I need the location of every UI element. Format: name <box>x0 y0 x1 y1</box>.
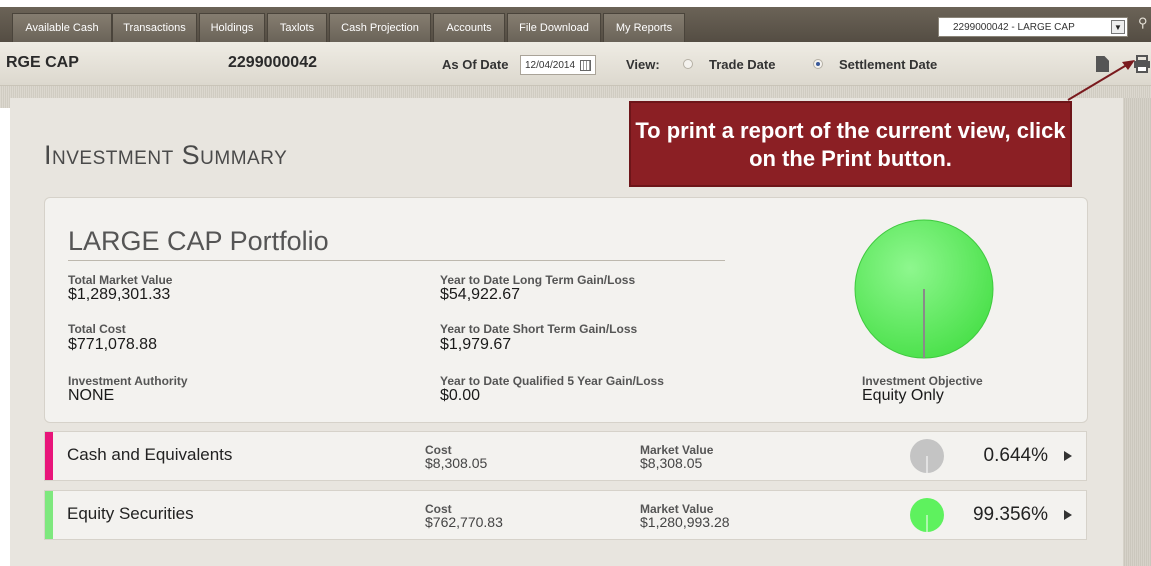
tab-available-cash[interactable]: Available Cash <box>12 13 112 42</box>
view-label: View: <box>626 57 660 72</box>
asset-color-bar <box>45 491 53 539</box>
tab-accounts[interactable]: Accounts <box>433 13 505 42</box>
account-select-value: 2299000042 - LARGE CAP <box>953 21 1075 33</box>
account-number: 2299000042 <box>228 54 317 71</box>
cost-value: $762,770.83 <box>425 514 503 530</box>
cost-value: $8,308.05 <box>425 455 488 471</box>
total-market-value: $1,289,301.33 <box>68 286 171 303</box>
ytd-short-term-value: $1,979.67 <box>440 336 512 353</box>
as-of-date-input[interactable]: 12/04/2014 <box>520 55 596 75</box>
search-icon[interactable]: ⚲ <box>1138 15 1148 31</box>
tab-cash-projection[interactable]: Cash Projection <box>329 13 431 42</box>
total-cost: $771,078.88 <box>68 336 157 353</box>
asset-color-bar <box>45 432 53 480</box>
print-icon[interactable] <box>1133 55 1151 73</box>
mini-pie-cash <box>910 439 944 473</box>
ytd-short-term-label: Year to Date Short Term Gain/Loss <box>440 322 638 336</box>
market-value: $8,308.05 <box>640 455 703 471</box>
market-value: $1,280,993.28 <box>640 514 730 530</box>
investment-authority-label: Investment Authority <box>68 374 188 388</box>
top-nav-bar: Available Cash Transactions Holdings Tax… <box>0 0 1151 42</box>
investment-objective-label: Investment Objective <box>862 374 983 388</box>
asset-row-cash[interactable]: Cash and Equivalents Cost $8,308.05 Mark… <box>44 431 1087 481</box>
account-select[interactable]: 2299000042 - LARGE CAP ▼ <box>938 17 1128 37</box>
chevron-down-icon[interactable]: ▼ <box>1111 20 1125 34</box>
trade-date-radio[interactable] <box>683 59 693 69</box>
asset-percent: 99.356% <box>972 504 1048 525</box>
asset-row-equity[interactable]: Equity Securities Cost $762,770.83 Marke… <box>44 490 1087 540</box>
total-cost-label: Total Cost <box>68 322 126 336</box>
investment-authority: NONE <box>68 387 115 404</box>
as-of-date-value: 12/04/2014 <box>525 59 576 71</box>
tab-transactions[interactable]: Transactions <box>112 13 197 42</box>
settlement-date-label[interactable]: Settlement Date <box>839 57 937 72</box>
tab-taxlots[interactable]: Taxlots <box>267 13 327 42</box>
investment-objective: Equity Only <box>862 387 944 404</box>
asset-name: Cash and Equivalents <box>67 445 233 464</box>
account-header: RGE CAP 2299000042 As Of Date 12/04/2014… <box>0 42 1151 86</box>
divider <box>68 260 725 261</box>
calendar-icon[interactable] <box>580 60 591 71</box>
tab-my-reports[interactable]: My Reports <box>603 13 685 42</box>
asset-name: Equity Securities <box>67 504 194 523</box>
ytd-long-term-value: $54,922.67 <box>440 286 521 303</box>
allocation-pie-chart <box>854 219 994 359</box>
right-rail <box>1123 98 1151 566</box>
total-market-value-label: Total Market Value <box>68 273 173 287</box>
portfolio-title: LARGE CAP Portfolio <box>68 226 329 256</box>
as-of-date-label: As Of Date <box>442 57 509 72</box>
asset-percent: 0.644% <box>983 445 1048 466</box>
mini-pie-equity <box>910 498 944 532</box>
account-name: RGE CAP <box>6 54 79 71</box>
expand-arrow-icon[interactable] <box>1064 451 1072 461</box>
tab-file-download[interactable]: File Download <box>507 13 601 42</box>
tab-holdings[interactable]: Holdings <box>199 13 265 42</box>
ytd-long-term-label: Year to Date Long Term Gain/Loss <box>440 273 636 287</box>
expand-arrow-icon[interactable] <box>1064 510 1072 520</box>
ytd-qualified-label: Year to Date Qualified 5 Year Gain/Loss <box>440 374 664 388</box>
ytd-qualified-value: $0.00 <box>440 387 481 404</box>
print-tooltip: To print a report of the current view, c… <box>629 101 1072 187</box>
trade-date-label[interactable]: Trade Date <box>709 57 775 72</box>
settlement-date-radio[interactable] <box>813 59 823 69</box>
page-title: Investment Summary <box>44 140 288 170</box>
